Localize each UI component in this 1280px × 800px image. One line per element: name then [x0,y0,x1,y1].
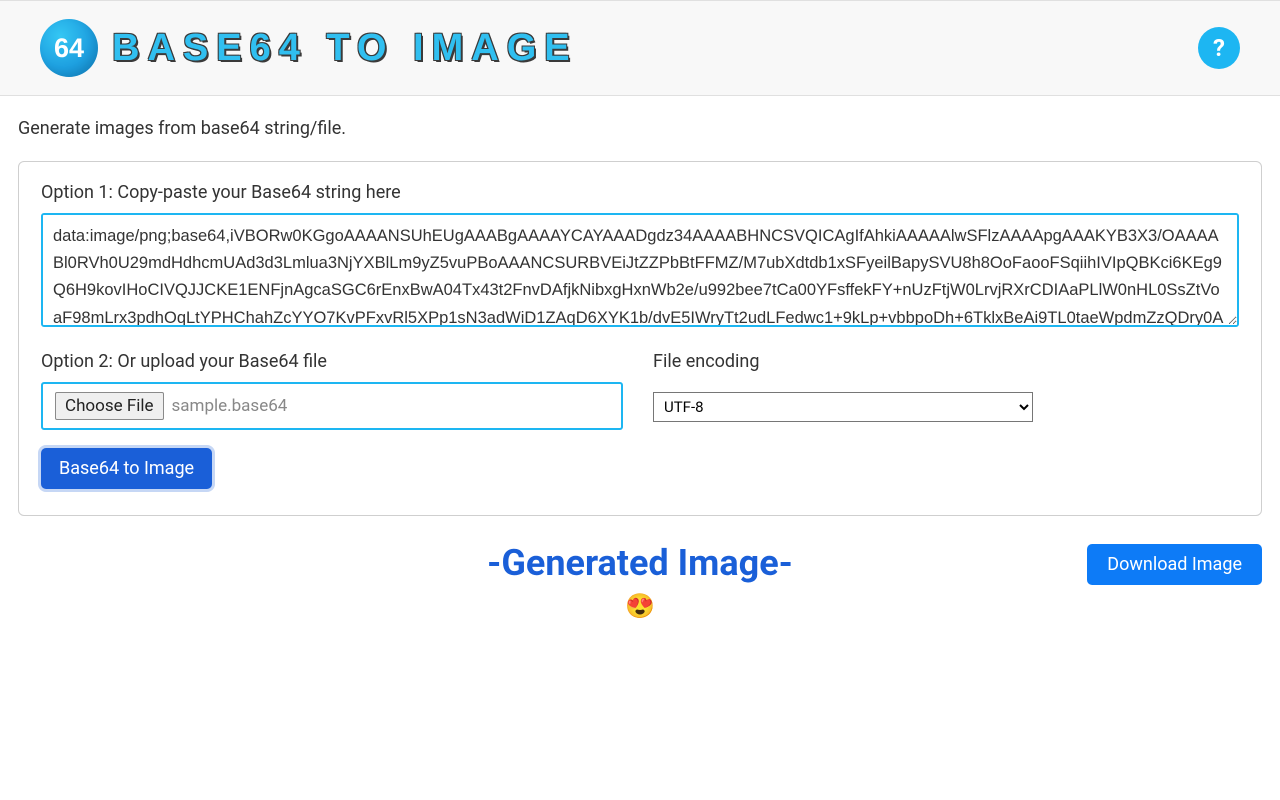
option1-label: Option 1: Copy-paste your Base64 string … [41,182,1239,203]
convert-button[interactable]: Base64 to Image [41,448,212,489]
option2-label: Option 2: Or upload your Base64 file [41,351,623,372]
logo-icon: 64 [40,19,98,77]
selected-file-name: sample.base64 [172,396,288,416]
encoding-select[interactable]: UTF-8 [653,392,1033,422]
file-input[interactable]: Choose File sample.base64 [41,382,623,430]
generated-image-heading: -Generated Image- [18,542,1262,584]
main-content: Generate images from base64 string/file.… [0,96,1280,516]
result-area: Download Image -Generated Image- 😍 [0,542,1280,620]
header: 64 BASE64 TO IMAGE ? [0,0,1280,96]
brand: 64 BASE64 TO IMAGE [40,19,578,77]
encoding-label: File encoding [653,351,1228,372]
choose-file-button[interactable]: Choose File [55,392,164,420]
help-button[interactable]: ? [1198,27,1240,69]
page-title: BASE64 TO IMAGE [112,27,578,70]
page-subtitle: Generate images from base64 string/file. [18,118,1262,139]
base64-textarea[interactable] [41,213,1239,327]
download-image-button[interactable]: Download Image [1087,544,1262,585]
generated-image-preview: 😍 [18,592,1262,620]
input-panel: Option 1: Copy-paste your Base64 string … [18,161,1262,516]
